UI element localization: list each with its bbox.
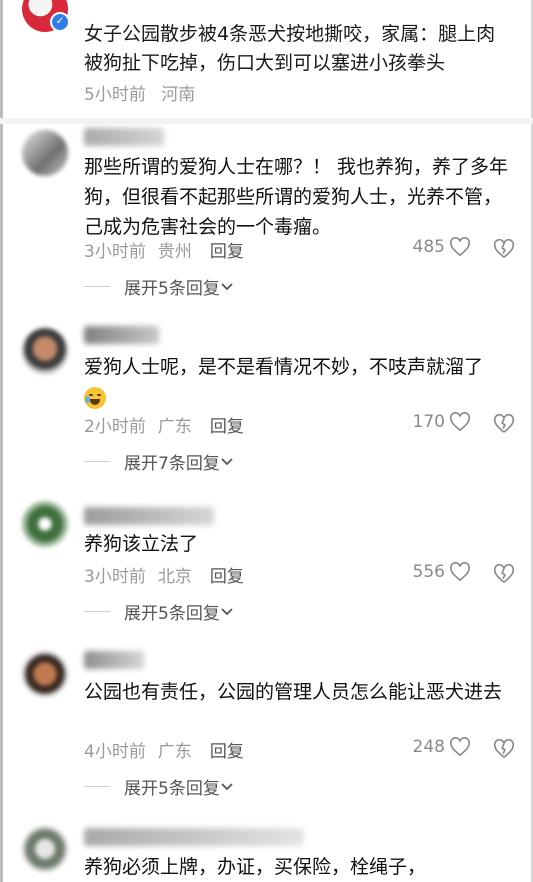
heart-outline-icon bbox=[450, 737, 470, 757]
comment-meta: 4小时前 广东 回复 bbox=[84, 737, 244, 762]
comment-location: 贵州 bbox=[157, 242, 192, 262]
expand-label: 展开5条回复 bbox=[124, 779, 220, 799]
broken-heart-icon[interactable] bbox=[493, 563, 515, 585]
reply-button[interactable]: 回复 bbox=[210, 242, 244, 262]
avatar[interactable] bbox=[22, 651, 68, 697]
avatar[interactable] bbox=[22, 130, 68, 176]
comment-time: 3小时前 bbox=[84, 242, 146, 262]
like-button[interactable]: 170 bbox=[413, 412, 471, 432]
reply-button[interactable]: 回复 bbox=[210, 567, 244, 587]
like-count: 170 bbox=[412, 412, 445, 432]
like-count: 556 bbox=[412, 562, 445, 582]
comment-text: 养狗必须上牌，办证，买保险，栓绳子， bbox=[84, 856, 427, 878]
comment-text: 养狗该立法了 bbox=[84, 533, 199, 555]
broken-heart-icon[interactable] bbox=[493, 238, 515, 260]
comment-location: 广东 bbox=[157, 742, 192, 762]
like-button[interactable]: 485 bbox=[413, 237, 471, 257]
expand-label: 展开5条回复 bbox=[124, 604, 220, 624]
heart-outline-icon bbox=[450, 237, 470, 257]
broken-heart-icon[interactable] bbox=[493, 738, 515, 760]
comment-meta: 3小时前 贵州 回复 bbox=[84, 237, 244, 262]
comment-text: 爱狗人士呢，是不是看情况不妙，不吱声就溜了 bbox=[84, 352, 520, 412]
comment-time: 2小时前 bbox=[84, 417, 146, 437]
avatar[interactable] bbox=[22, 328, 68, 374]
crying-laughing-emoji-icon bbox=[84, 386, 106, 409]
expand-label: 展开5条回复 bbox=[124, 279, 220, 299]
like-button[interactable]: 556 bbox=[413, 562, 471, 582]
heart-outline-icon bbox=[450, 412, 470, 432]
expand-replies-button[interactable]: 展开5条回复 bbox=[84, 774, 234, 799]
username-blurred[interactable] bbox=[84, 507, 214, 525]
comment-text: 公园也有责任，公园的管理人员怎么能让恶犬进去 bbox=[84, 681, 503, 703]
comment-page: ✓ 女子公园散步被4条恶犬按地撕咬，家属：腿上肉被狗扯下吃掉，伤口大到可以塞进小… bbox=[0, 0, 533, 882]
comment-meta: 2小时前 广东 回复 bbox=[84, 412, 244, 437]
comment-item: 养狗必须上牌，办证，买保险，栓绳子， bbox=[0, 822, 533, 882]
expand-line bbox=[84, 786, 110, 787]
username-blurred[interactable] bbox=[84, 128, 164, 146]
post-meta: 5小时前 河南 bbox=[84, 80, 195, 105]
avatar[interactable] bbox=[22, 826, 68, 872]
chevron-down-icon bbox=[221, 282, 233, 290]
expand-replies-button[interactable]: 展开5条回复 bbox=[84, 599, 234, 624]
post-title[interactable]: 女子公园散步被4条恶犬按地撕咬，家属：腿上肉被狗扯下吃掉，伤口大到可以塞进小孩拳… bbox=[84, 20, 514, 78]
chevron-down-icon bbox=[221, 607, 233, 615]
comment-meta: 3小时前 北京 回复 bbox=[84, 562, 244, 587]
comment-item: 养狗该立法了 3小时前 北京 回复 556 展开5条回复 bbox=[0, 497, 533, 627]
expand-line bbox=[84, 611, 110, 612]
post-avatar[interactable]: ✓ bbox=[22, 0, 70, 32]
verified-badge-icon: ✓ bbox=[50, 12, 70, 32]
chevron-down-icon bbox=[221, 782, 233, 790]
comment-location: 北京 bbox=[157, 567, 192, 587]
comment-text-body: 爱狗人士呢，是不是看情况不妙，不吱声就溜了 bbox=[84, 356, 484, 378]
comment-time: 4小时前 bbox=[84, 742, 146, 762]
username-blurred[interactable] bbox=[84, 651, 144, 669]
post-time: 5小时前 bbox=[84, 85, 146, 105]
like-button[interactable]: 248 bbox=[413, 737, 471, 757]
expand-replies-button[interactable]: 展开5条回复 bbox=[84, 274, 234, 299]
comment-text: 那些所谓的爱狗人士在哪？！ 我也养狗，养了多年狗，但很看不起那些所谓的爱狗人士，… bbox=[84, 156, 509, 238]
expand-replies-button[interactable]: 展开7条回复 bbox=[84, 449, 234, 474]
like-count: 485 bbox=[412, 237, 445, 257]
comment-item: 那些所谓的爱狗人士在哪？！ 我也养狗，养了多年狗，但很看不起那些所谓的爱狗人士，… bbox=[0, 124, 533, 302]
expand-line bbox=[84, 286, 110, 287]
comment-location: 广东 bbox=[157, 417, 192, 437]
post-header: ✓ 女子公园散步被4条恶犬按地撕咬，家属：腿上肉被狗扯下吃掉，伤口大到可以塞进小… bbox=[0, 0, 533, 120]
broken-heart-icon[interactable] bbox=[493, 413, 515, 435]
like-count: 248 bbox=[412, 737, 445, 757]
reply-button[interactable]: 回复 bbox=[210, 742, 244, 762]
avatar[interactable] bbox=[22, 501, 68, 547]
comment-time: 3小时前 bbox=[84, 567, 146, 587]
reply-button[interactable]: 回复 bbox=[210, 417, 244, 437]
expand-line bbox=[84, 461, 110, 462]
expand-label: 展开7条回复 bbox=[124, 454, 220, 474]
post-location: 河南 bbox=[161, 85, 196, 105]
comment-item: 爱狗人士呢，是不是看情况不妙，不吱声就溜了 2小时前 广东 回复 170 展开7条回… bbox=[0, 322, 533, 477]
username-blurred[interactable] bbox=[84, 326, 159, 344]
heart-outline-icon bbox=[450, 562, 470, 582]
username-blurred[interactable] bbox=[84, 828, 304, 846]
chevron-down-icon bbox=[221, 457, 233, 465]
comment-item: 公园也有责任，公园的管理人员怎么能让恶犬进去 4小时前 广东 回复 248 展开5条… bbox=[0, 647, 533, 802]
